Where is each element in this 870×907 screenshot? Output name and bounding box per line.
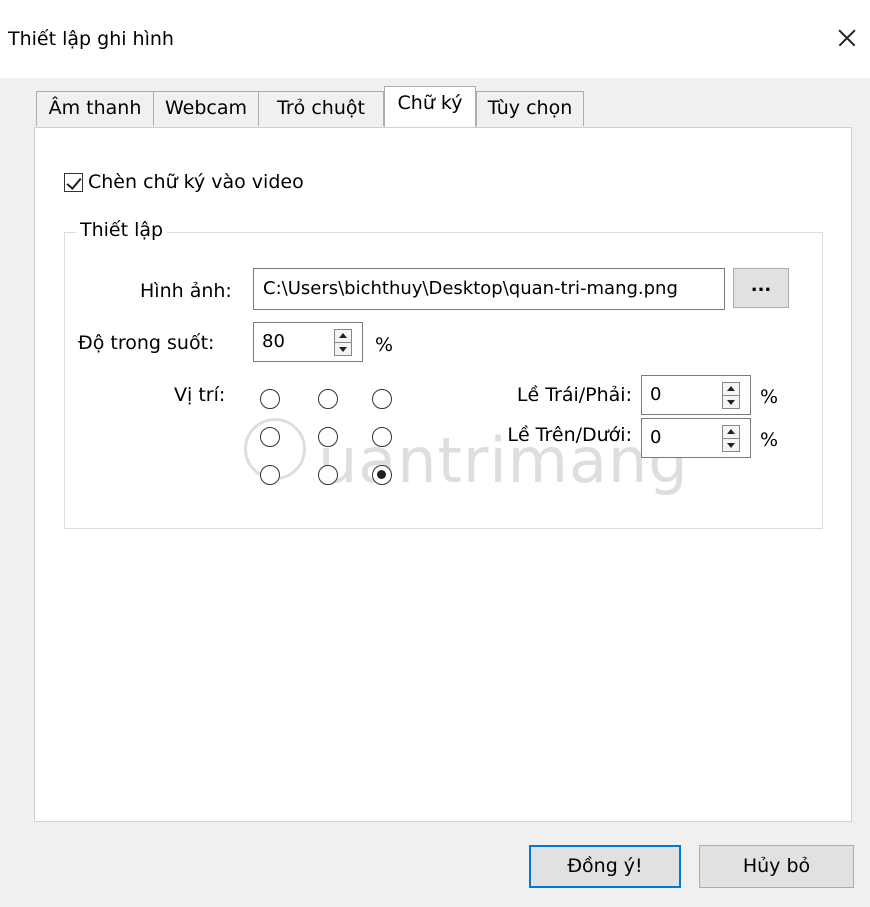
position-radio-bottom-left[interactable] <box>260 465 280 485</box>
margin-tb-unit: % <box>760 429 779 451</box>
margin-lr-spinbox[interactable]: 0 <box>641 375 751 415</box>
embed-signature-label: Chèn chữ ký vào video <box>88 171 304 193</box>
margin-tb-value: 0 <box>650 427 662 448</box>
embed-signature-checkbox[interactable]: Chèn chữ ký vào video <box>64 171 304 193</box>
close-icon[interactable] <box>828 18 864 58</box>
settings-group-title: Thiết lập <box>76 219 168 241</box>
opacity-label: Độ trong suốt: <box>78 332 215 354</box>
position-radio-bottom-right[interactable] <box>372 465 392 485</box>
checkbox-checked-icon[interactable] <box>64 172 83 192</box>
spin-arrows-icon[interactable] <box>334 329 352 356</box>
browse-button[interactable]: ... <box>733 268 789 308</box>
margin-lr-unit: % <box>760 386 779 408</box>
margin-lr-value: 0 <box>650 384 662 405</box>
position-radio-bottom-center[interactable] <box>318 465 338 485</box>
opacity-unit: % <box>375 334 394 356</box>
image-path-input[interactable]: C:\Users\bichthuy\Desktop\quan-tri-mang.… <box>253 268 725 310</box>
tab-tuy-chon[interactable]: Tùy chọn <box>476 91 584 126</box>
position-radio-top-right[interactable] <box>372 389 392 409</box>
title-bar: Thiết lập ghi hình <box>0 0 870 78</box>
margin-tb-label: Lề Trên/Dưới: <box>507 424 632 446</box>
position-radio-middle-left[interactable] <box>260 427 280 447</box>
window-title: Thiết lập ghi hình <box>8 28 174 50</box>
opacity-value: 80 <box>262 331 285 352</box>
tab-am-thanh[interactable]: Âm thanh <box>36 91 154 126</box>
tab-chu-ky[interactable]: Chữ ký <box>384 86 476 127</box>
opacity-spinbox[interactable]: 80 <box>253 322 363 362</box>
tab-tro-chuot[interactable]: Trỏ chuột <box>258 91 384 126</box>
spin-arrows-icon[interactable] <box>722 425 740 452</box>
position-label: Vị trí: <box>174 384 226 406</box>
position-radio-middle-right[interactable] <box>372 427 392 447</box>
image-label: Hình ảnh: <box>140 280 232 302</box>
margin-lr-label: Lề Trái/Phải: <box>516 384 632 406</box>
position-radio-middle-center[interactable] <box>318 427 338 447</box>
position-radio-top-center[interactable] <box>318 389 338 409</box>
spin-arrows-icon[interactable] <box>722 382 740 409</box>
cancel-button[interactable]: Hủy bỏ <box>699 845 854 888</box>
margin-tb-spinbox[interactable]: 0 <box>641 418 751 458</box>
ok-button[interactable]: Đồng ý! <box>529 845 681 888</box>
tab-webcam[interactable]: Webcam <box>153 91 259 126</box>
position-radio-top-left[interactable] <box>260 389 280 409</box>
